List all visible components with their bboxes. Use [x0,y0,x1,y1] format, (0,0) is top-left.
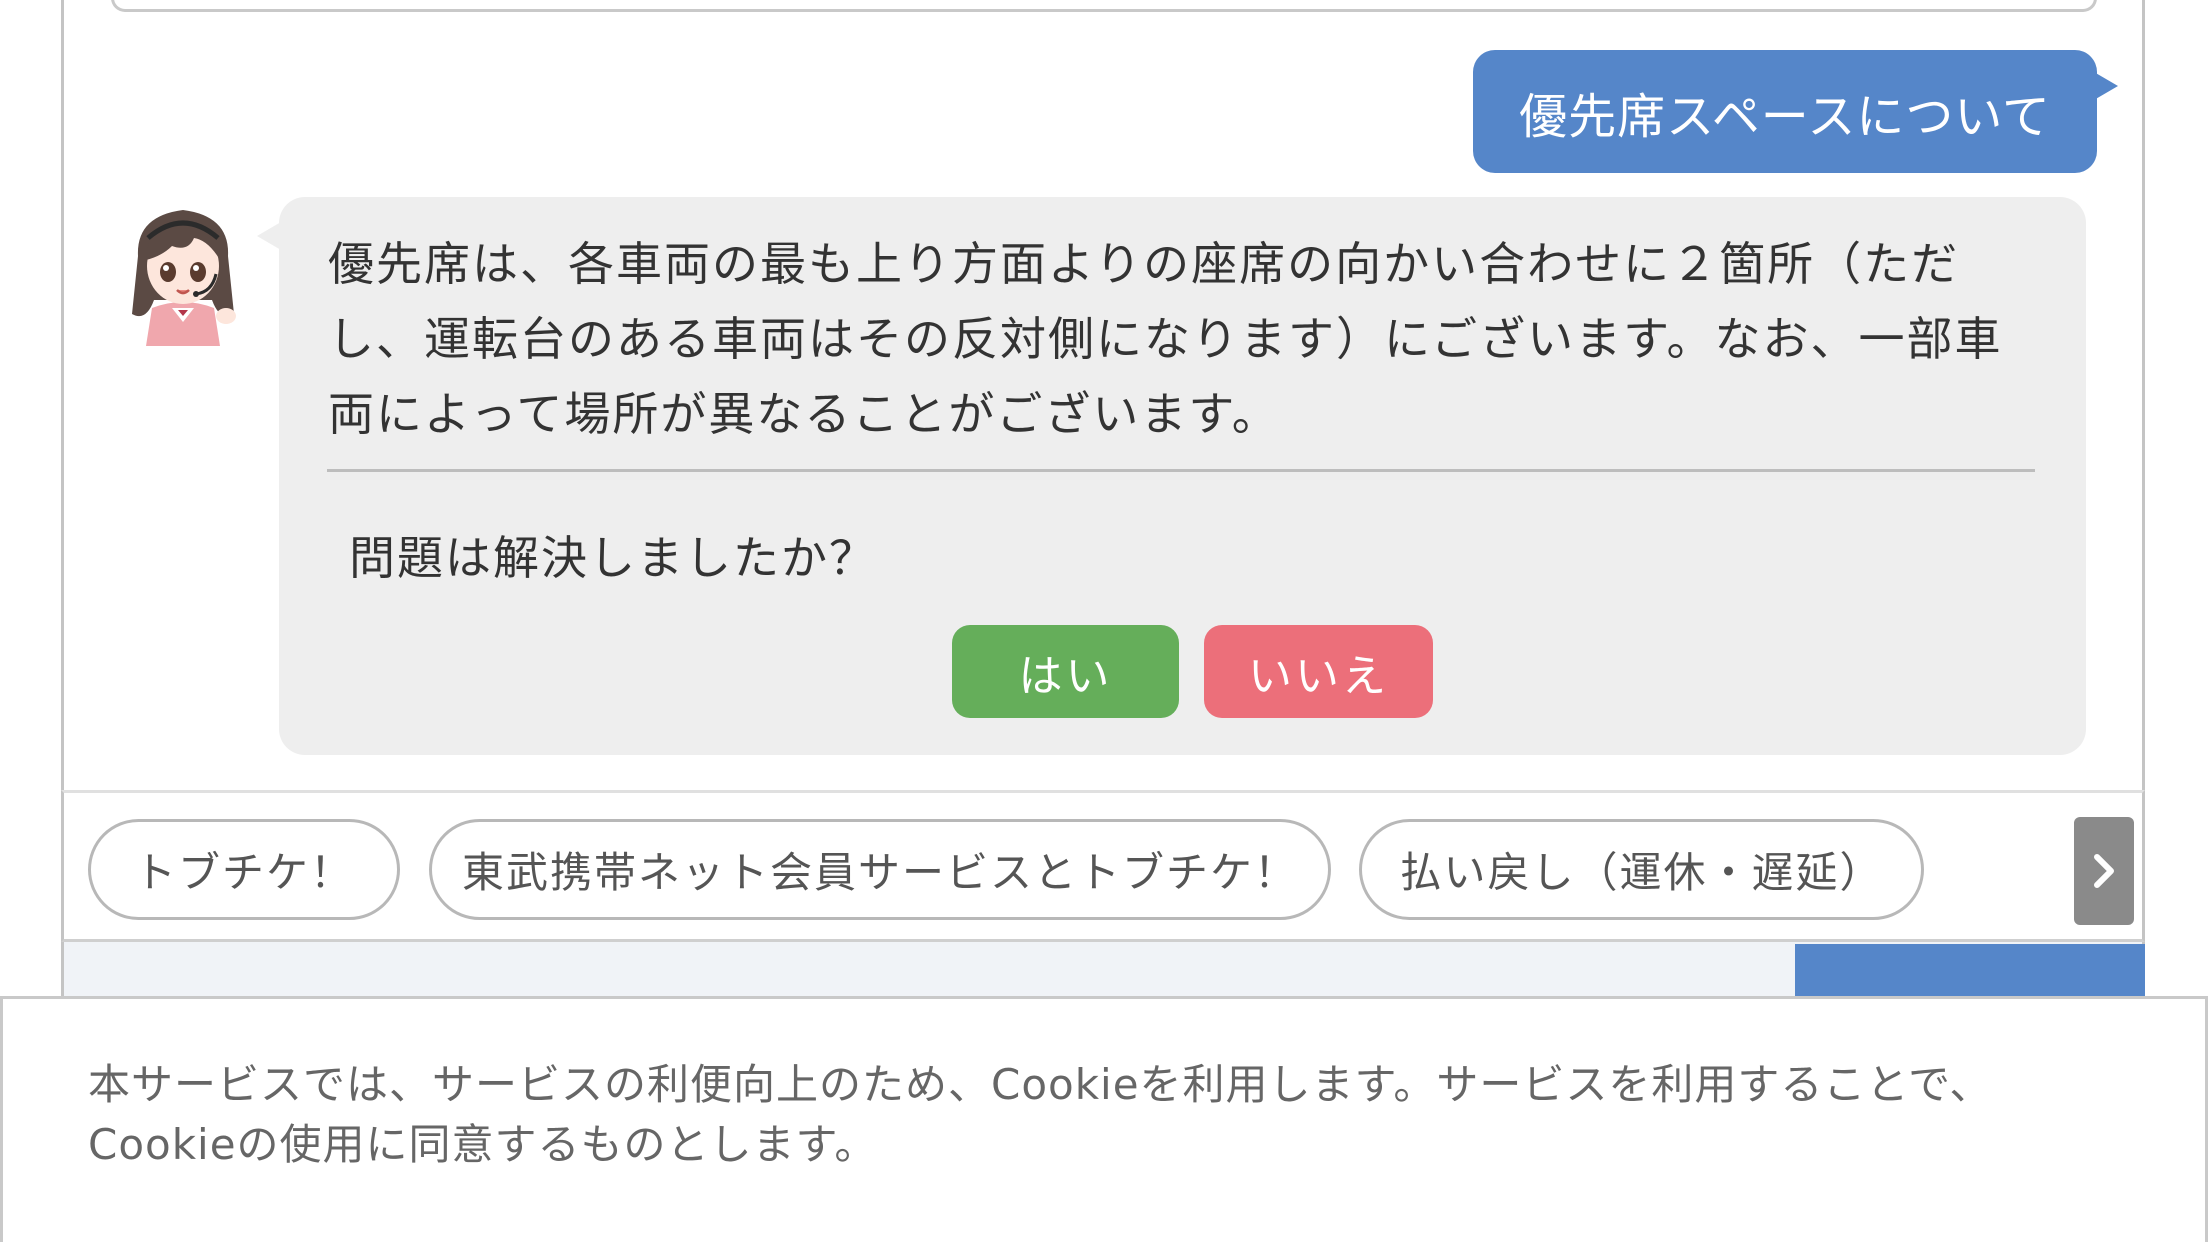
cookie-notice-text: 本サービスでは、サービスの利便向上のため、Cookieを利用します。サービスを利… [88,1060,1993,1169]
bot-divider [327,469,2035,472]
operator-avatar-icon [132,210,236,346]
feedback-question: 問題は解決しましたか？ [349,531,877,585]
suggestion-bar: トブチケ！ 東武携帯ネット会員サービスとトブチケ！ 払い戻し（運休・遅延） [61,790,2145,942]
yes-button[interactable]: はい [952,625,1179,718]
chevron-right-icon [2094,854,2114,888]
cookie-banner: 本サービスでは、サービスの利便向上のため、Cookieを利用します。サービスを利… [0,996,2208,1242]
bot-bubble-tail [257,222,281,250]
suggestion-chip-member-service[interactable]: 東武携帯ネット会員サービスとトブチケ！ [429,819,1331,920]
bot-message-text: 優先席は、各車両の最も上り方面よりの座席の向かい合わせに２箇所（ただし、運転台の… [328,237,2003,441]
bot-message-bubble: 優先席は、各車両の最も上り方面よりの座席の向かい合わせに２箇所（ただし、運転台の… [279,197,2086,755]
suggestion-chip-tobuchike[interactable]: トブチケ！ [88,819,400,920]
suggestion-chip-refund[interactable]: 払い戻し（運休・遅延） [1359,819,1924,920]
send-button[interactable] [1795,944,2145,1004]
user-bubble-tail [2094,72,2118,100]
user-message-bubble: 優先席スペースについて [1473,50,2097,173]
user-message-text: 優先席スペースについて [1519,88,2051,145]
suggestion-next-button[interactable] [2074,817,2134,925]
previous-message-edge [111,0,2097,12]
chat-page: 優先席スペースについて 優先席は、各車両の最も上り方面よりの座席の向かい合わせに… [0,0,2208,1242]
no-button[interactable]: いいえ [1204,625,1433,718]
